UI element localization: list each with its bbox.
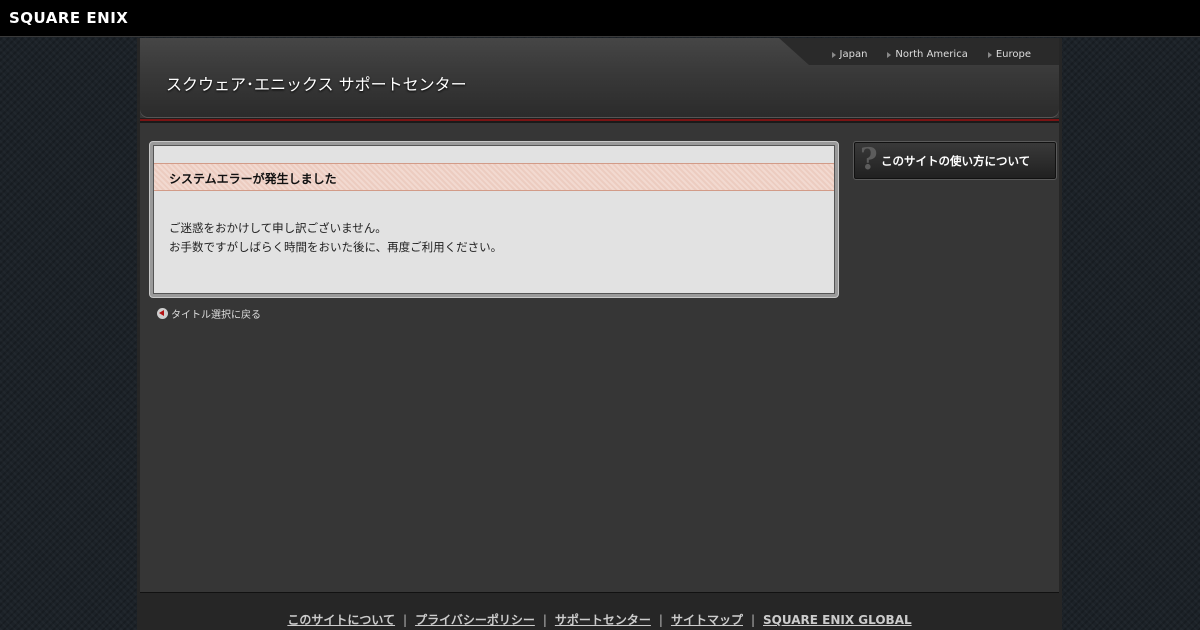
region-link-japan[interactable]: Japan [831,49,868,60]
how-to-use-site-button[interactable]: ? このサイトの使い方について [853,141,1057,180]
back-link-label: タイトル選択に戻る [171,310,261,321]
footer-separator: | [750,613,756,627]
error-message-line: お手数ですがしばらく時間をおいた後に、再度ご利用ください。 [169,240,503,254]
footer-link-global[interactable]: SQUARE ENIX GLOBAL [763,613,912,627]
region-link-north-america[interactable]: North America [887,49,968,60]
footer-link-sitemap[interactable]: サイトマップ [671,613,743,627]
error-message-line: ご迷惑をおかけして申し訳ございません。 [169,221,387,235]
help-button-label: このサイトの使い方について [881,154,1031,168]
arrow-right-icon [887,51,892,58]
region-nav: Japan North America Europe [831,49,1031,60]
square-enix-logo[interactable]: SQUARE ENIX [9,9,128,27]
site-header: スクウェア･エニックス サポートセンター Japan North America… [140,38,1059,118]
back-arrow-icon [157,308,168,319]
region-label: Europe [995,49,1031,60]
error-panel-inner: システムエラーが発生しました ご迷惑をおかけして申し訳ございません。 お手数です… [153,145,835,294]
arrow-right-icon [987,51,992,58]
error-panel: システムエラーが発生しました ご迷惑をおかけして申し訳ございません。 お手数です… [149,141,839,298]
page-container: スクウェア･エニックス サポートセンター Japan North America… [137,38,1062,630]
arrow-right-icon [831,51,836,58]
error-title: システムエラーが発生しました [154,163,834,191]
header-divider [140,118,1059,123]
error-message: ご迷惑をおかけして申し訳ございません。 お手数ですがしばらく時間をおいた後に、再… [169,219,502,257]
region-label: Japan [839,49,868,60]
top-bar: SQUARE ENIX [0,0,1200,37]
footer-separator: | [658,613,663,627]
footer-links: このサイトについて | プライバシーポリシー | サポートセンター | サイトマップ | SQU… [140,611,1059,628]
footer-link-about[interactable]: このサイトについて [287,613,395,627]
footer: このサイトについて | プライバシーポリシー | サポートセンター | サイトマップ | SQU… [140,592,1059,630]
footer-separator: | [542,613,547,627]
back-to-title-select-link[interactable]: タイトル選択に戻る [157,306,261,321]
footer-link-support[interactable]: サポートセンター [555,613,651,627]
site-title[interactable]: スクウェア･エニックス サポートセンター [166,71,467,95]
footer-link-privacy[interactable]: プライバシーポリシー [415,613,535,627]
question-mark-icon: ? [860,142,878,177]
region-label: North America [895,49,968,60]
region-link-europe[interactable]: Europe [987,49,1031,60]
footer-separator: | [403,613,408,627]
